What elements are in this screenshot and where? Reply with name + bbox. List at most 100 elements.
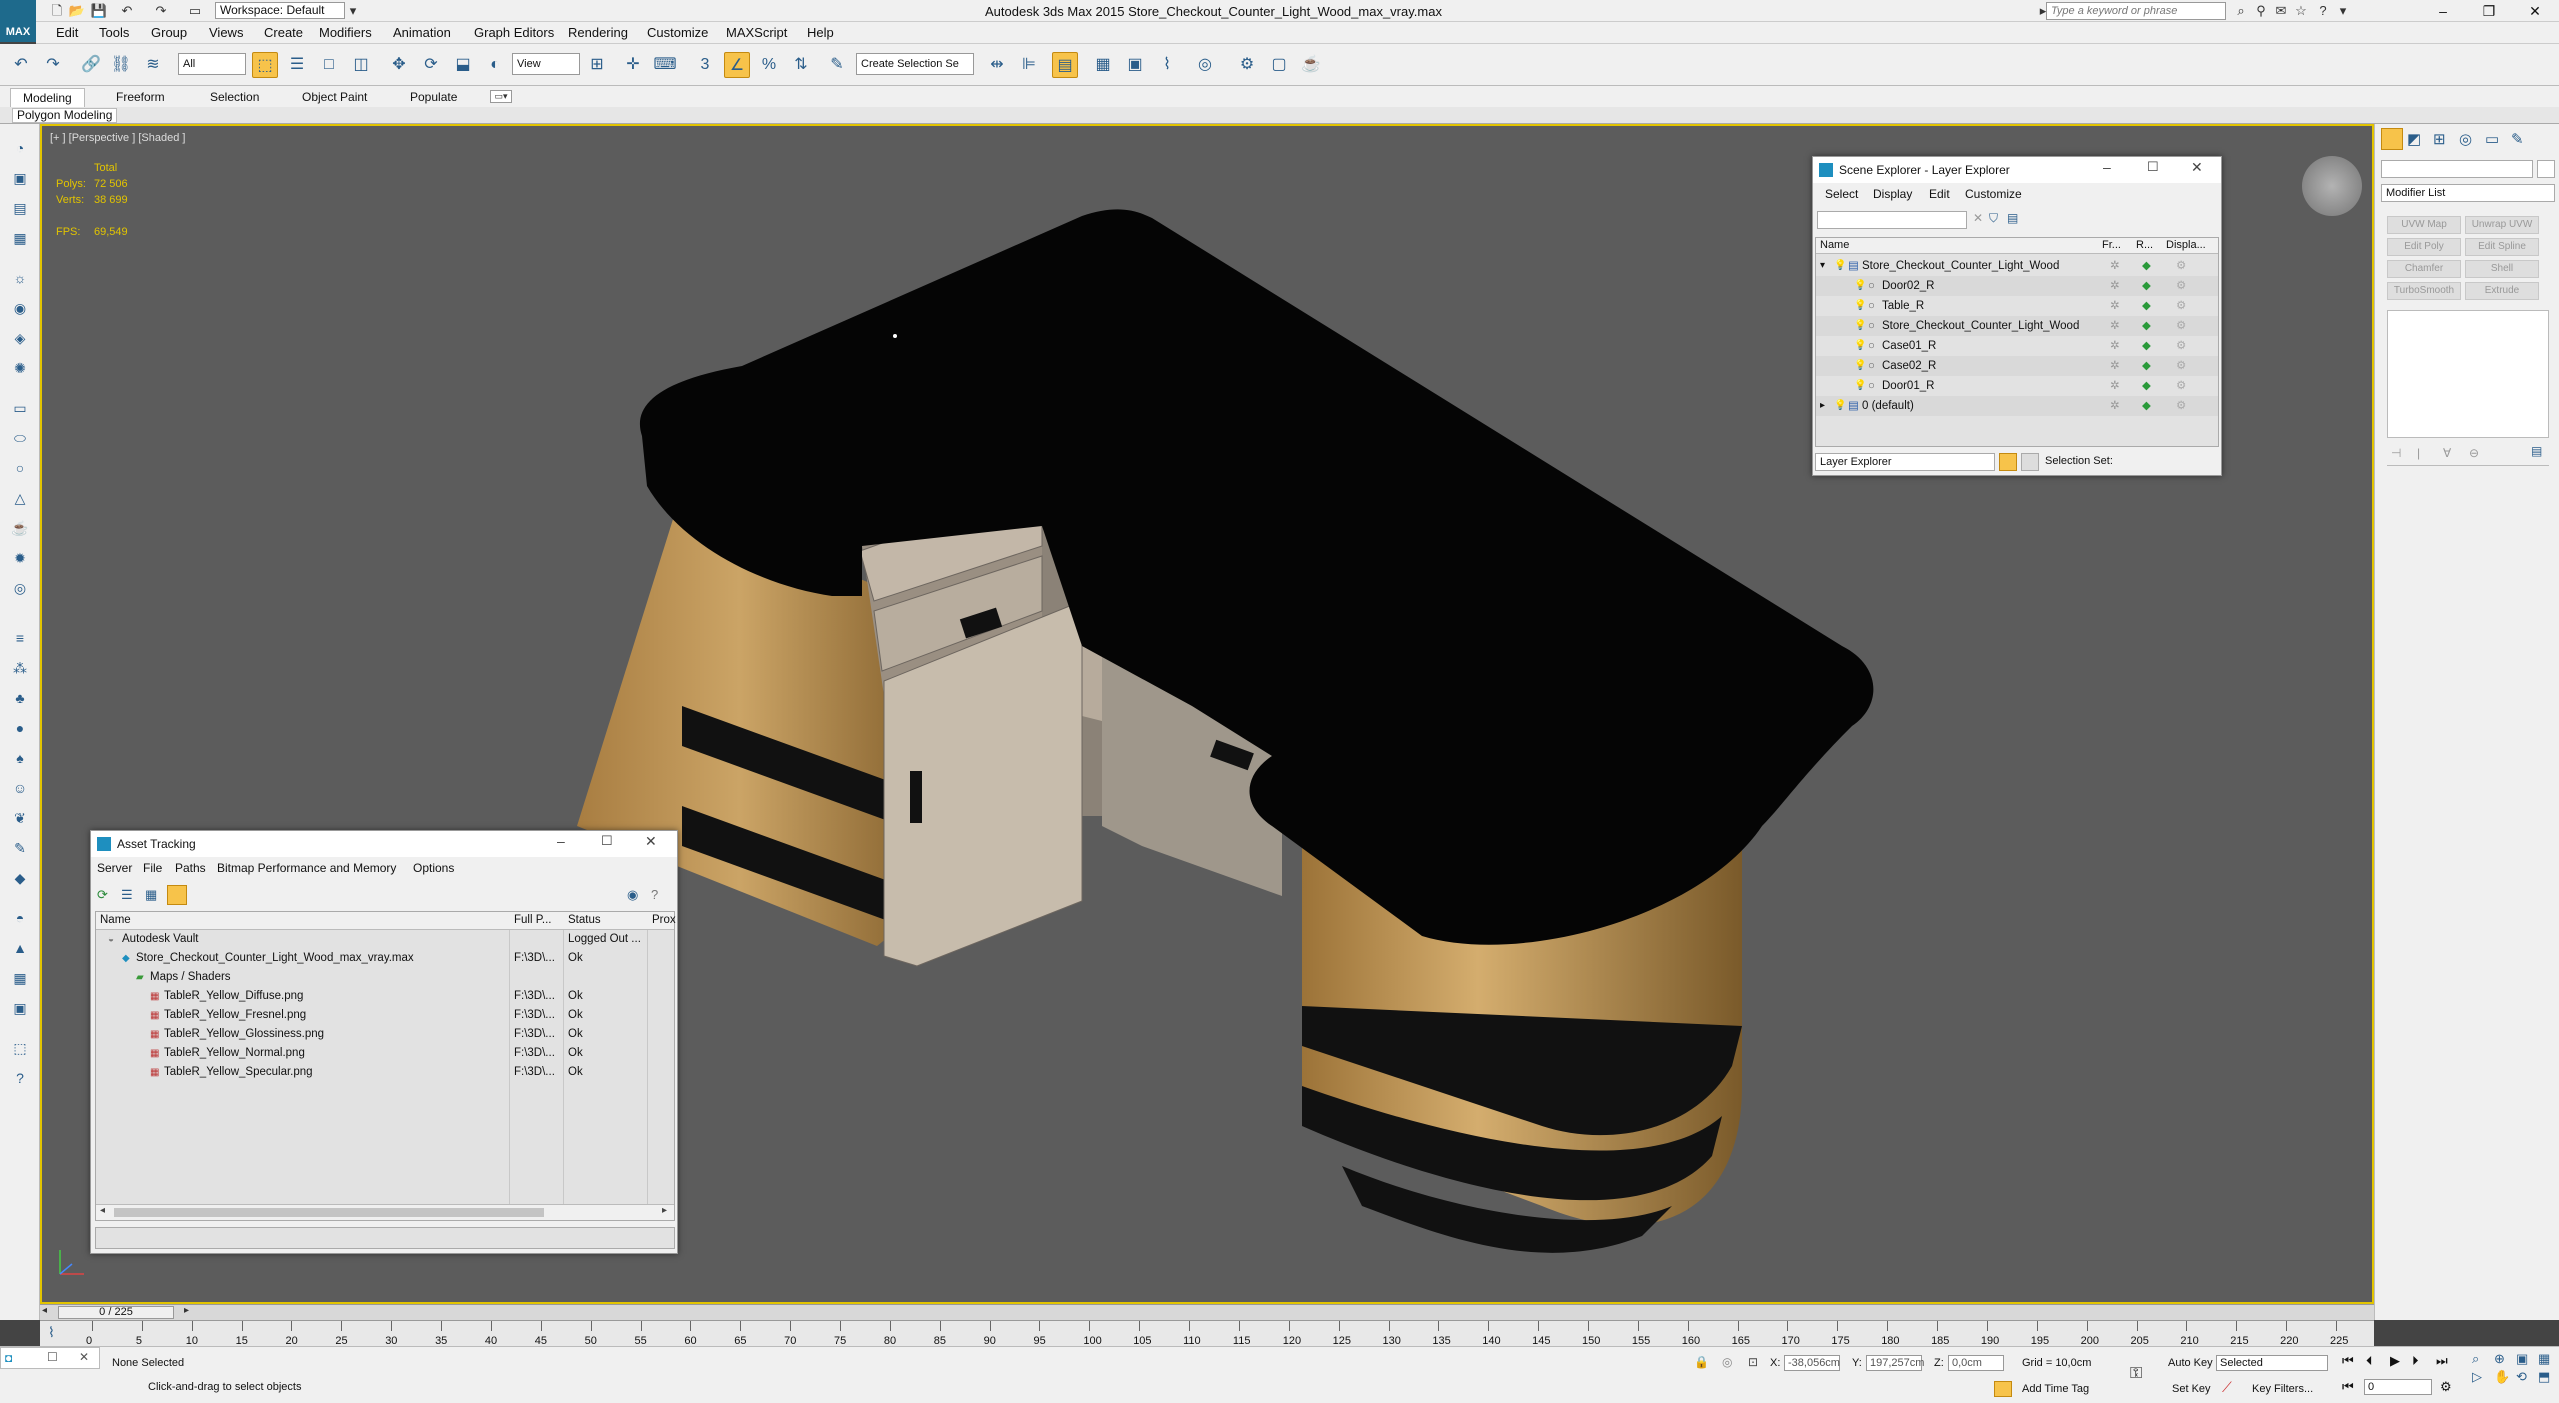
time-slider[interactable]: ◂ 0 / 225 ▸ — [40, 1304, 2374, 1320]
scene-explorer-minimize-icon[interactable]: – — [2103, 159, 2111, 175]
maxscript-restore-icon[interactable]: ☐ — [47, 1350, 58, 1364]
snaps-toggle-icon[interactable]: 3 — [692, 52, 718, 78]
time-tag-icon[interactable] — [1994, 1381, 2012, 1397]
scroll-right-icon[interactable]: ▸ — [662, 1205, 667, 1216]
create-shape-icon[interactable]: ◆ — [8, 866, 32, 890]
at-menu-options[interactable]: Options — [413, 861, 454, 875]
orbit-icon[interactable]: ⟲ — [2516, 1369, 2527, 1385]
table-view-icon[interactable] — [167, 885, 187, 905]
menu-graph-editors[interactable]: Graph Editors — [474, 25, 554, 40]
scene-explorer-maximize-icon[interactable]: ☐ — [2147, 159, 2159, 175]
create-stairs-icon[interactable]: ≡ — [8, 626, 32, 650]
renderable-icon[interactable]: ◆ — [2142, 376, 2151, 396]
align-icon[interactable]: ⊫ — [1016, 52, 1042, 78]
scene-explorer-row[interactable]: 💡 ○ Case01_R ✲ ◆ ⚙ — [1816, 336, 2218, 356]
next-frame-icon[interactable]: ⏵ — [2412, 1353, 2419, 1369]
menu-edit[interactable]: Edit — [56, 25, 78, 40]
freeze-icon[interactable]: ✲ — [2110, 316, 2120, 336]
asset-table[interactable]: Name Full P... Status Prox ◒ Autodesk Vau… — [95, 911, 676, 1221]
tab-freeform[interactable]: Freeform — [104, 88, 177, 107]
freeze-icon[interactable]: ✲ — [2110, 296, 2120, 316]
tab-modeling[interactable]: Modeling — [10, 88, 85, 107]
create-box-icon[interactable]: ▣ — [8, 166, 32, 190]
reference-coordinate-dropdown[interactable]: View — [512, 53, 580, 75]
create-particles-icon[interactable]: ⁂ — [8, 656, 32, 680]
select-move-icon[interactable]: ✥ — [386, 52, 412, 78]
maxscript-listener-mini[interactable]: ◘ ☐ ✕ — [0, 1347, 100, 1369]
viewport-label[interactable]: [+ ] [Perspective ] [Shaded ] — [50, 132, 185, 144]
ribbon-minimize-button[interactable]: ▭▾ — [490, 90, 512, 103]
new-file-icon[interactable]: 🗋 — [48, 2, 66, 20]
visibility-bulb-icon[interactable]: 💡 — [1854, 276, 1866, 296]
asset-row[interactable]: ◆ Store_Checkout_Counter_Light_Wood_max_v… — [96, 949, 674, 968]
edit-spline-button[interactable]: Edit Spline — [2465, 238, 2539, 256]
visibility-bulb-icon[interactable]: 💡 — [1854, 356, 1866, 376]
select-place-icon[interactable]: ◐ — [482, 52, 508, 78]
scene-explorer-row[interactable]: ▸ 💡 ▤ 0 (default) ✲ ◆ ⚙ — [1816, 396, 2218, 416]
renderable-icon[interactable]: ◆ — [2142, 316, 2151, 336]
menu-tools[interactable]: Tools — [99, 25, 129, 40]
create-light-icon[interactable]: ☼ — [8, 266, 32, 290]
close-icon[interactable]: ✕ — [2512, 0, 2558, 22]
display-settings-icon[interactable]: ⚙ — [2176, 396, 2186, 416]
freeze-icon[interactable]: ✲ — [2110, 376, 2120, 396]
set-key-button[interactable]: Set Key — [2172, 1383, 2211, 1395]
zoom-extents-icon[interactable]: ▣ — [2516, 1351, 2528, 1367]
hierarchy-tool-icon[interactable] — [2021, 453, 2039, 471]
renderable-icon[interactable]: ◆ — [2142, 276, 2151, 296]
menu-maxscript[interactable]: MAXScript — [726, 25, 787, 40]
menu-help[interactable]: Help — [807, 25, 834, 40]
absolute-mode-icon[interactable]: ⊡ — [1748, 1355, 1758, 1369]
create-grid-icon[interactable]: ▦ — [8, 226, 32, 250]
renderable-icon[interactable]: ◆ — [2142, 296, 2151, 316]
restore-icon[interactable]: ❐ — [2466, 0, 2512, 22]
create-plane-icon[interactable]: ▤ — [8, 196, 32, 220]
at-col-status[interactable]: Status — [568, 914, 601, 926]
renderable-icon[interactable]: ◆ — [2142, 256, 2151, 276]
scene-explorer-row[interactable]: 💡 ○ Store_Checkout_Counter_Light_Wood ✲ ◆ ⚙ — [1816, 316, 2218, 336]
create-render-icon[interactable]: ▦ — [8, 966, 32, 990]
isolate-icon[interactable]: ◎ — [1722, 1355, 1732, 1369]
refresh-icon[interactable]: ⟳ — [97, 887, 108, 903]
link-icon[interactable]: 🔗 — [78, 52, 104, 78]
tab-populate[interactable]: Populate — [398, 88, 469, 107]
freeze-icon[interactable]: ✲ — [2110, 356, 2120, 376]
layer-options-icon[interactable]: ▤ — [2007, 211, 2018, 225]
menu-modifiers[interactable]: Modifiers — [319, 25, 372, 40]
create-snapshot-icon[interactable]: ▣ — [8, 996, 32, 1020]
asset-tracking-titlebar[interactable]: Asset Tracking — [91, 831, 677, 857]
z-coord-field[interactable]: 0,0cm — [1948, 1355, 2004, 1371]
time-prev-icon[interactable]: ◂ — [42, 1305, 47, 1316]
filter-icon[interactable]: ⛉ — [1989, 211, 1998, 226]
toggle-scene-explorer-icon[interactable]: ▤ — [1052, 52, 1078, 78]
menu-views[interactable]: Views — [209, 25, 243, 40]
spinner-snap-icon[interactable]: ⇅ — [788, 52, 814, 78]
layer-tool-icon[interactable] — [1999, 453, 2017, 471]
select-rotate-icon[interactable]: ⟳ — [418, 52, 444, 78]
x-coord-field[interactable]: -38,056cm — [1784, 1355, 1840, 1371]
renderable-icon[interactable]: ◆ — [2142, 356, 2151, 376]
create-spacewarp-icon[interactable]: ✺ — [8, 356, 32, 380]
fov-icon[interactable]: ▷ — [2472, 1369, 2482, 1385]
create-foliage-icon[interactable]: ♣ — [8, 686, 32, 710]
pin-stack-icon[interactable]: ⊣ — [2391, 446, 2401, 460]
turbosmooth-button[interactable]: TurboSmooth — [2387, 282, 2461, 300]
display-settings-icon[interactable]: ⚙ — [2176, 296, 2186, 316]
se-col-display[interactable]: Displa... — [2166, 239, 2206, 251]
workspace-dropdown[interactable]: Workspace: Default — [215, 2, 345, 19]
create-sphere-icon[interactable]: ● — [8, 716, 32, 740]
display-settings-icon[interactable]: ⚙ — [2176, 376, 2186, 396]
asset-path-field[interactable] — [95, 1227, 675, 1249]
add-time-tag[interactable]: Add Time Tag — [2022, 1383, 2089, 1395]
create-torus-icon[interactable]: ◎ — [8, 576, 32, 600]
key-filters-button[interactable]: Key Filters... — [2252, 1383, 2313, 1395]
create-help-icon[interactable]: ? — [8, 1066, 32, 1090]
object-name-input[interactable] — [2381, 160, 2533, 178]
configure-sets-icon[interactable]: ▤ — [2531, 444, 2542, 458]
pan-icon[interactable]: ✋ — [2494, 1369, 2510, 1385]
edit-poly-button[interactable]: Edit Poly — [2387, 238, 2461, 256]
se-menu-customize[interactable]: Customize — [1965, 187, 2022, 201]
asset-row[interactable]: ▦ TableR_Yellow_Normal.png F:\3D\... Ok — [96, 1044, 674, 1063]
at-col-full-path[interactable]: Full P... — [514, 914, 552, 926]
list-view-icon[interactable]: ☰ — [121, 887, 133, 903]
